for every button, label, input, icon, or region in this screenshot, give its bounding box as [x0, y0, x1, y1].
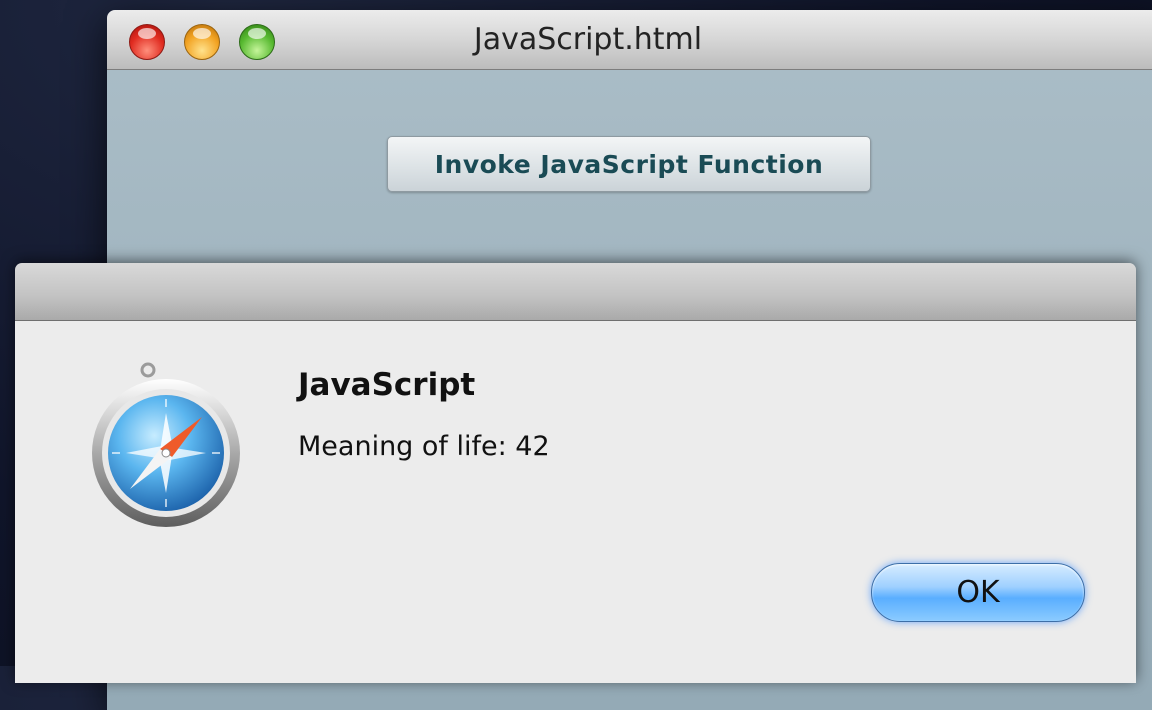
ok-button[interactable]: OK — [871, 563, 1085, 622]
alert-body: JavaScript Meaning of life: 42 OK — [15, 321, 1136, 683]
safari-compass-icon — [92, 362, 240, 527]
alert-titlebar — [15, 263, 1136, 321]
alert-message: Meaning of life: 42 — [298, 431, 550, 462]
alert-dialog: JavaScript Meaning of life: 42 OK — [15, 263, 1136, 683]
window-title: JavaScript.html — [473, 22, 703, 57]
window-titlebar[interactable]: JavaScript.html — [107, 10, 1152, 70]
invoke-javascript-button[interactable]: Invoke JavaScript Function — [387, 136, 871, 192]
alert-title: JavaScript — [298, 367, 476, 403]
